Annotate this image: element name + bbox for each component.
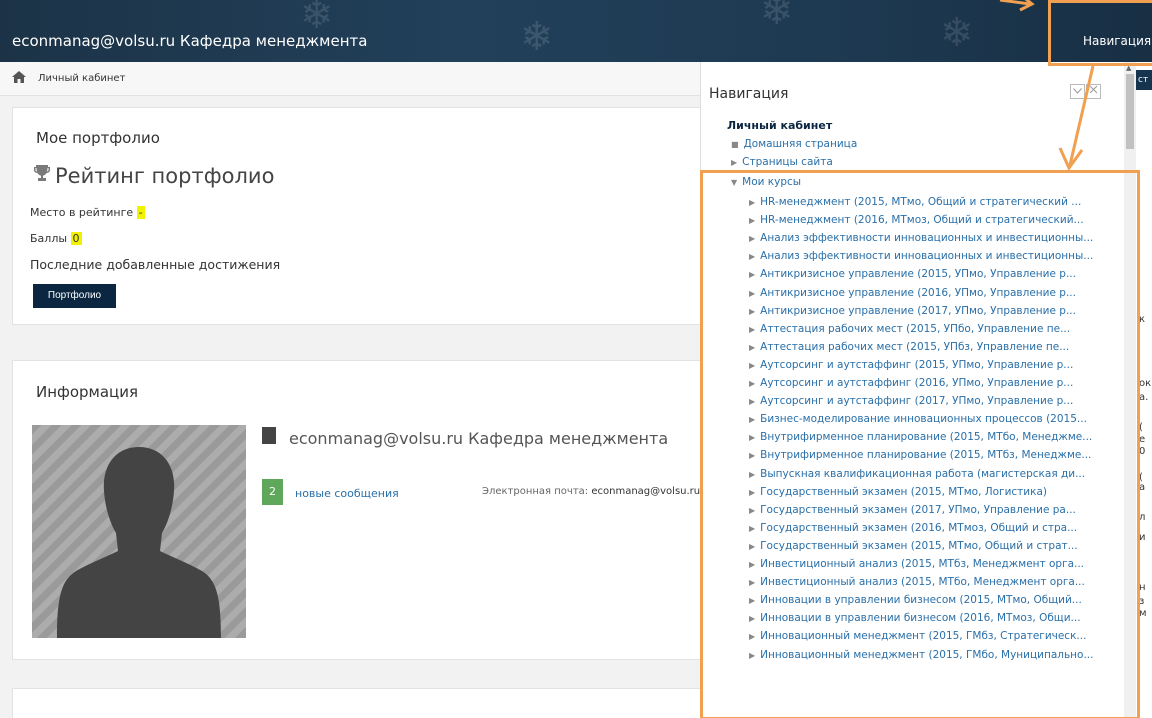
annotation-arrows xyxy=(999,0,1095,171)
